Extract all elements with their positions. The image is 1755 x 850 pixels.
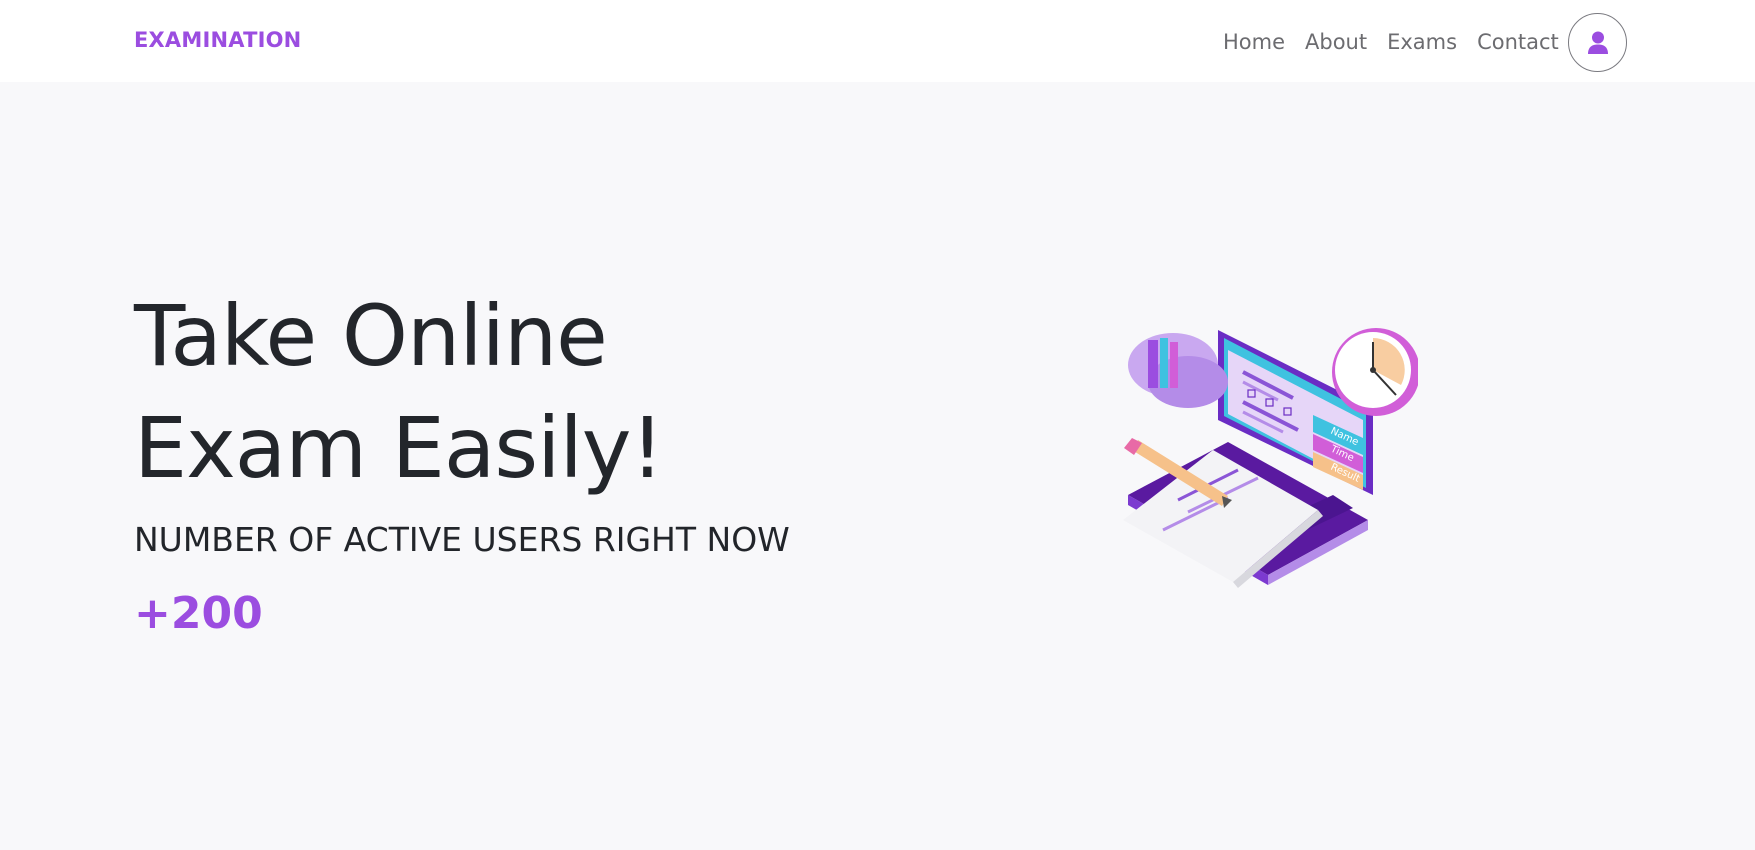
nav-link-home[interactable]: Home — [1213, 26, 1295, 58]
online-exam-illustration: Name Time Result — [1123, 328, 1418, 588]
hero-title: Take Online Exam Easily! — [134, 280, 664, 504]
account-button[interactable] — [1568, 13, 1627, 72]
hero-title-line2: Exam Easily! — [134, 399, 664, 497]
nav-link-contact[interactable]: Contact — [1467, 26, 1569, 58]
active-users-count: +200 — [134, 588, 263, 639]
active-users-label: NUMBER OF ACTIVE USERS RIGHT NOW — [134, 520, 790, 559]
nav-link-exams[interactable]: Exams — [1377, 26, 1467, 58]
nav-links: Home About Exams Contact — [1213, 26, 1569, 58]
hero-title-line1: Take Online — [134, 287, 608, 385]
brand-logo[interactable]: EXAMINATION — [134, 28, 301, 52]
user-icon — [1587, 31, 1608, 54]
navbar: EXAMINATION Home About Exams Contact — [0, 0, 1755, 82]
nav-link-about[interactable]: About — [1295, 26, 1377, 58]
